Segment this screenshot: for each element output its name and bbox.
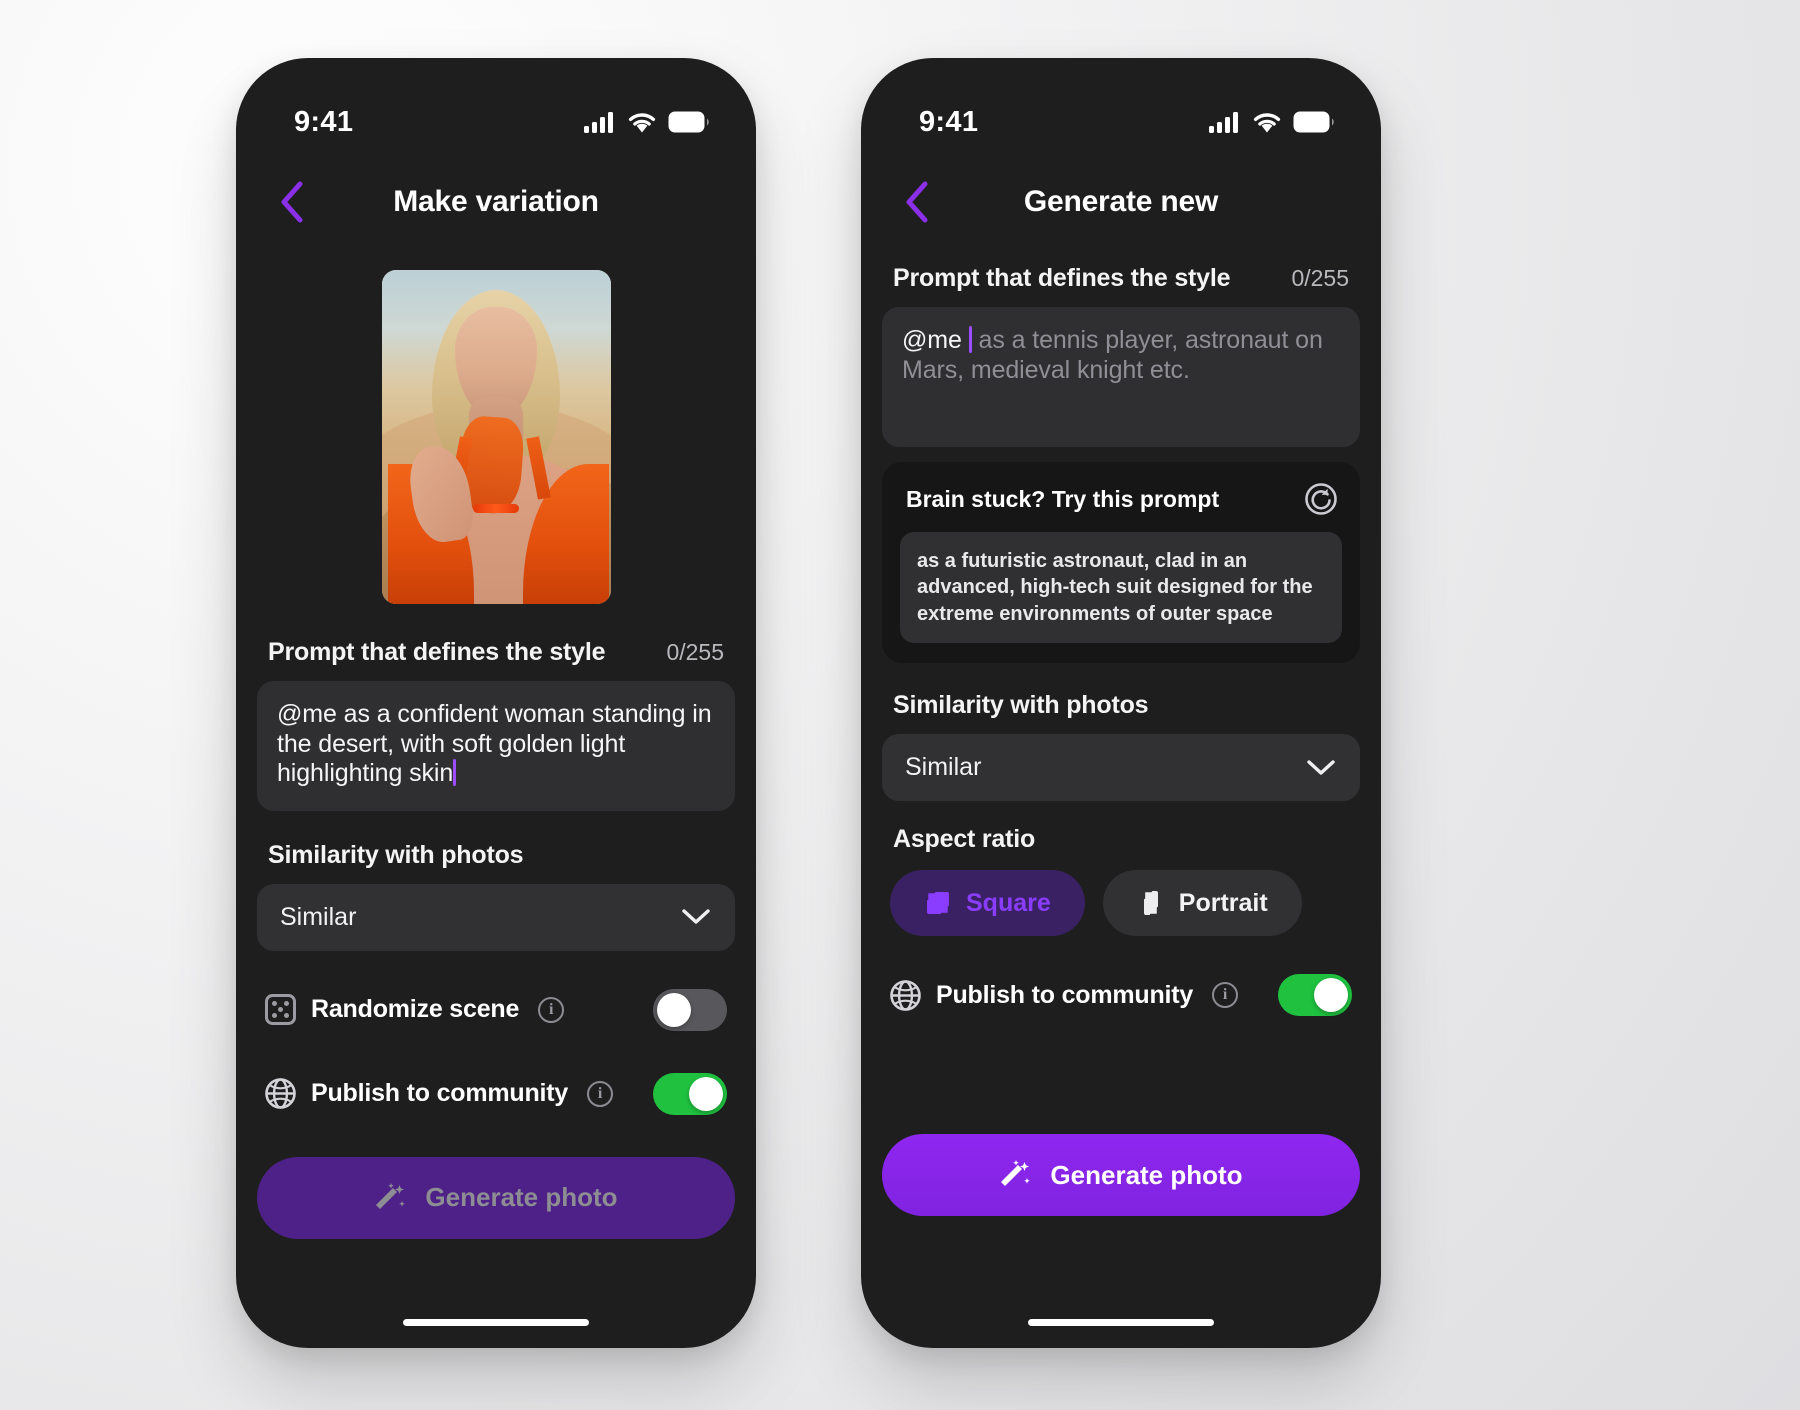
screen-content: Prompt that defines the style 0/255 @me … <box>236 240 756 1348</box>
generate-photo-button[interactable]: Generate photo <box>882 1134 1360 1217</box>
prompt-counter: 0/255 <box>666 639 724 665</box>
nav-bar: Generate new <box>861 166 1381 238</box>
aspect-ratio-options: Square Portrait <box>882 870 1360 937</box>
magic-wand-icon <box>1001 1160 1031 1187</box>
prompt-label-row: Prompt that defines the style 0/255 <box>257 638 735 667</box>
info-icon[interactable]: i <box>587 1080 614 1107</box>
similarity-value: Similar <box>905 753 982 782</box>
text-caret <box>968 326 972 353</box>
prompt-placeholder: as a tennis player, astronaut on Mars, m… <box>902 326 1323 384</box>
randomize-scene-left: Randomize scene i <box>265 994 653 1025</box>
info-icon[interactable]: i <box>1212 982 1239 1009</box>
similarity-label-row: Similarity with photos <box>882 691 1360 720</box>
status-bar: 9:41 <box>236 58 756 150</box>
info-icon[interactable]: i <box>538 996 565 1023</box>
wifi-icon <box>628 113 656 133</box>
similarity-label: Similarity with photos <box>893 691 1149 720</box>
prompt-suggestion-card: Brain stuck? Try this prompt as a futuri… <box>882 462 1360 664</box>
portrait-crop-icon <box>1142 889 1159 917</box>
switch-knob <box>689 1076 723 1111</box>
refresh-icon[interactable] <box>1304 482 1338 516</box>
phone-generate-new: 9:41 Generate new Prompt that defines th… <box>861 58 1381 1348</box>
globe-icon <box>890 979 921 1011</box>
prompt-input[interactable]: @me as a tennis player, astronaut on Mar… <box>882 307 1360 447</box>
status-clock: 9:41 <box>919 105 979 138</box>
status-icons-group <box>584 111 710 133</box>
prompt-label-row: Prompt that defines the style 0/255 <box>882 264 1360 293</box>
publish-community-row[interactable]: Publish to community i <box>882 974 1360 1017</box>
globe-icon <box>265 1078 296 1109</box>
status-clock: 9:41 <box>294 105 354 138</box>
battery-full-icon <box>668 111 709 133</box>
screen-content: Prompt that defines the style 0/255 @me … <box>861 240 1381 1348</box>
prompt-label: Prompt that defines the style <box>893 264 1231 292</box>
prompt-value: @me as a confident woman standing in the… <box>277 700 712 787</box>
cellular-bars-icon <box>1209 112 1238 133</box>
randomize-scene-switch[interactable] <box>653 988 727 1031</box>
randomize-scene-label: Randomize scene <box>311 995 520 1023</box>
status-icons-group <box>1209 111 1335 133</box>
aspect-ratio-label-row: Aspect ratio <box>882 825 1360 854</box>
publish-community-switch[interactable] <box>653 1072 727 1115</box>
magic-wand-icon <box>376 1182 406 1209</box>
chevron-left-icon <box>281 181 303 223</box>
prompt-input[interactable]: @me as a confident woman standing in the… <box>257 681 735 811</box>
prompt-label: Prompt that defines the style <box>268 638 606 666</box>
aspect-ratio-portrait-label: Portrait <box>1178 888 1268 917</box>
generate-photo-button[interactable]: Generate photo <box>257 1156 735 1239</box>
suggestion-title: Brain stuck? Try this prompt <box>906 485 1220 512</box>
screen-make-variation: 9:41 Make variation Prompt that defines … <box>236 58 756 1348</box>
publish-community-row[interactable]: Publish to community i <box>257 1072 735 1115</box>
nav-bar: Make variation <box>236 166 756 238</box>
switch-knob <box>657 992 691 1027</box>
dice-icon <box>265 994 296 1025</box>
suggestion-header: Brain stuck? Try this prompt <box>900 482 1342 516</box>
phone-make-variation: 9:41 Make variation Prompt that defines … <box>236 58 756 1348</box>
switch-knob <box>1314 978 1348 1013</box>
similarity-label: Similarity with photos <box>268 840 524 869</box>
publish-community-left: Publish to community i <box>890 979 1278 1011</box>
generate-photo-label: Generate photo <box>425 1182 618 1212</box>
screen-generate-new: 9:41 Generate new Prompt that defines th… <box>861 58 1381 1348</box>
aspect-ratio-square-button[interactable]: Square <box>890 870 1085 937</box>
publish-community-label: Publish to community <box>311 1079 569 1107</box>
generate-photo-label: Generate photo <box>1050 1159 1243 1190</box>
similarity-label-row: Similarity with photos <box>257 841 735 870</box>
chevron-left-icon <box>906 181 928 223</box>
back-button[interactable] <box>264 175 318 229</box>
screenshot-canvas: 9:41 Make variation Prompt that defines … <box>0 0 1800 1410</box>
home-indicator <box>1028 1319 1214 1326</box>
preview-image[interactable] <box>381 270 611 604</box>
prompt-counter: 0/255 <box>1291 265 1349 291</box>
publish-community-left: Publish to community i <box>265 1078 653 1109</box>
randomize-scene-row[interactable]: Randomize scene i <box>257 988 735 1031</box>
chevron-down-icon <box>1307 759 1335 775</box>
text-caret <box>453 759 457 786</box>
publish-community-switch[interactable] <box>1278 974 1352 1017</box>
publish-community-label: Publish to community <box>936 980 1194 1009</box>
status-bar: 9:41 <box>861 58 1381 150</box>
square-crop-icon <box>925 890 951 916</box>
prompt-typed-value: @me <box>902 326 962 354</box>
back-button[interactable] <box>889 175 943 229</box>
battery-full-icon <box>1293 111 1334 133</box>
similarity-value: Similar <box>280 902 357 931</box>
similarity-select[interactable]: Similar <box>257 883 735 951</box>
cellular-bars-icon <box>584 112 613 133</box>
chevron-down-icon <box>682 909 710 924</box>
wifi-icon <box>1253 113 1281 133</box>
preview-band <box>473 503 519 513</box>
aspect-ratio-square-label: Square <box>966 888 1051 917</box>
home-indicator <box>403 1319 589 1326</box>
aspect-ratio-portrait-button[interactable]: Portrait <box>1102 870 1302 937</box>
aspect-ratio-label: Aspect ratio <box>893 825 1036 854</box>
similarity-select[interactable]: Similar <box>882 734 1360 802</box>
suggestion-text[interactable]: as a futuristic astronaut, clad in an ad… <box>900 532 1342 644</box>
